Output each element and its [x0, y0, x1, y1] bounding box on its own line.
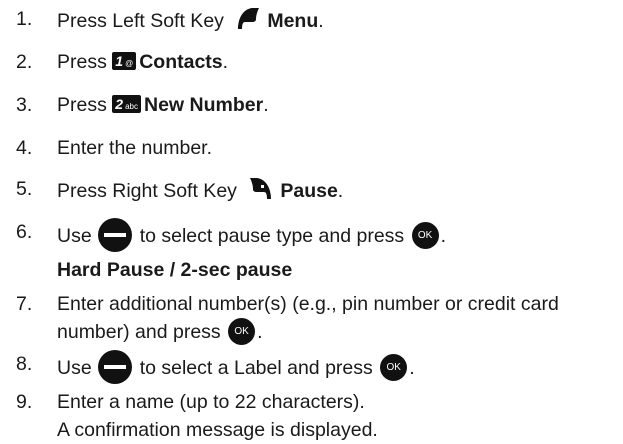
step-bold: Contacts	[139, 51, 223, 73]
ok-key-icon: OK	[380, 354, 408, 381]
step-text: Enter a name (up to 22 characters).	[57, 391, 365, 413]
step-text-line2: number) and press	[57, 321, 221, 344]
step-bold: Pause	[280, 180, 338, 203]
step-number: 2.	[16, 51, 33, 73]
step-text: Press Left Soft Key	[57, 10, 224, 33]
step-punct: .	[440, 225, 447, 248]
step-text: Enter the number.	[57, 137, 213, 159]
key-2-icon: 2 abc	[112, 95, 141, 114]
left-soft-key-icon	[235, 5, 261, 39]
step-punct: .	[318, 10, 324, 33]
key-sublabel: abc	[125, 102, 138, 112]
pause-options: Hard Pause / 2-sec pause	[57, 259, 293, 281]
key-label: 2	[115, 96, 124, 113]
step-text: Press	[57, 94, 107, 116]
key-sublabel: @	[125, 59, 134, 69]
step-bold: New Number	[143, 94, 264, 116]
step-number: 8.	[16, 353, 33, 375]
navigation-key-icon	[97, 350, 132, 384]
step-text: Enter additional number(s) (e.g., pin nu…	[57, 293, 559, 315]
step-text: Use	[57, 225, 92, 248]
navigation-key-icon	[97, 218, 132, 252]
step-number: 1.	[16, 8, 33, 30]
step-text: Press Right Soft Key	[57, 180, 237, 203]
step-number: 6.	[16, 221, 33, 243]
step-number: 4.	[16, 137, 33, 159]
step-punct: .	[409, 357, 415, 380]
step-punct: .	[263, 94, 269, 116]
key-1-icon: 1 @	[112, 52, 137, 71]
ok-key-icon: OK	[411, 222, 439, 249]
step-number: 9.	[16, 391, 33, 413]
step-text: Use	[57, 357, 92, 380]
step-number: 7.	[16, 293, 33, 315]
step-punct: .	[222, 51, 229, 73]
key-label: 1	[115, 53, 124, 70]
step-text-middle: to select pause type and press	[139, 225, 405, 248]
step-punct: .	[257, 321, 263, 344]
step-number: 5.	[16, 178, 33, 200]
step-text-middle: to select a Label and press	[139, 357, 373, 380]
step-text: Press	[57, 51, 107, 73]
step-punct: .	[337, 180, 344, 203]
right-soft-key-icon	[248, 175, 274, 209]
confirmation-note: A confirmation message is displayed.	[57, 419, 378, 441]
step-bold: Menu	[267, 10, 319, 33]
step-number: 3.	[16, 94, 33, 116]
ok-key-icon: OK	[228, 318, 256, 345]
